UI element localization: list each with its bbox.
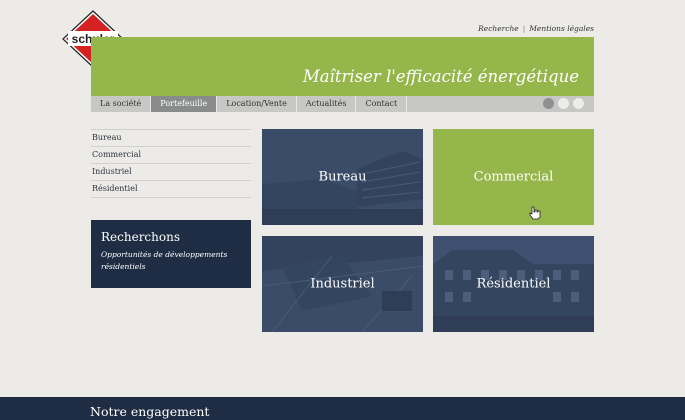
utility-links: Recherche | Mentions légales [478, 24, 594, 33]
slider-dot-1[interactable] [543, 98, 554, 109]
nav-item-portefeuille[interactable]: Portefeuille [151, 96, 218, 112]
tile-label-residentiel: Résidentiel [476, 276, 551, 292]
hand-cursor-icon [529, 205, 541, 220]
nav-item-la-societe[interactable]: La société [91, 96, 152, 112]
tile-residentiel[interactable]: Résidentiel [433, 236, 594, 332]
sidebar-item-residentiel[interactable]: Résidentiel [91, 180, 251, 198]
tile-label-bureau: Bureau [318, 169, 367, 185]
slider-dot-2[interactable] [558, 98, 569, 109]
main-nav: La société Portefeuille Location/Vente A… [91, 96, 594, 112]
research-text: Opportunités de développements résidenti… [101, 250, 228, 271]
research-title: Recherchons [101, 230, 180, 244]
sidebar-item-commercial[interactable]: Commercial [91, 146, 251, 163]
utility-separator: | [522, 24, 526, 33]
sidebar-item-industriel[interactable]: Industriel [91, 163, 251, 180]
tile-bureau[interactable]: Bureau [262, 129, 423, 225]
search-link[interactable]: Recherche [478, 24, 519, 33]
legal-link[interactable]: Mentions légales [529, 24, 594, 33]
slider-dots [543, 98, 584, 109]
tile-commercial[interactable]: Commercial [433, 129, 594, 225]
nav-item-location-vente[interactable]: Location/Vente [217, 96, 297, 112]
tile-label-commercial: Commercial [473, 169, 554, 185]
sidebar-item-bureau[interactable]: Bureau [91, 129, 251, 146]
footer-bar: Notre engagement [0, 397, 685, 420]
sidebar-menu: Bureau Commercial Industriel Résidentiel [91, 129, 251, 198]
hero-banner: Maîtriser l'efficacité énergétique [91, 37, 594, 96]
research-box[interactable]: Recherchons Opportunités de développemen… [91, 220, 251, 288]
banner-tagline: Maîtriser l'efficacité énergétique [302, 67, 579, 86]
tile-industriel[interactable]: Industriel [262, 236, 423, 332]
footer-title: Notre engagement [90, 404, 210, 419]
nav-item-contact[interactable]: Contact [356, 96, 408, 112]
tile-label-industriel: Industriel [310, 276, 375, 292]
nav-item-actualites[interactable]: Actualités [297, 96, 357, 112]
slider-dot-3[interactable] [573, 98, 584, 109]
